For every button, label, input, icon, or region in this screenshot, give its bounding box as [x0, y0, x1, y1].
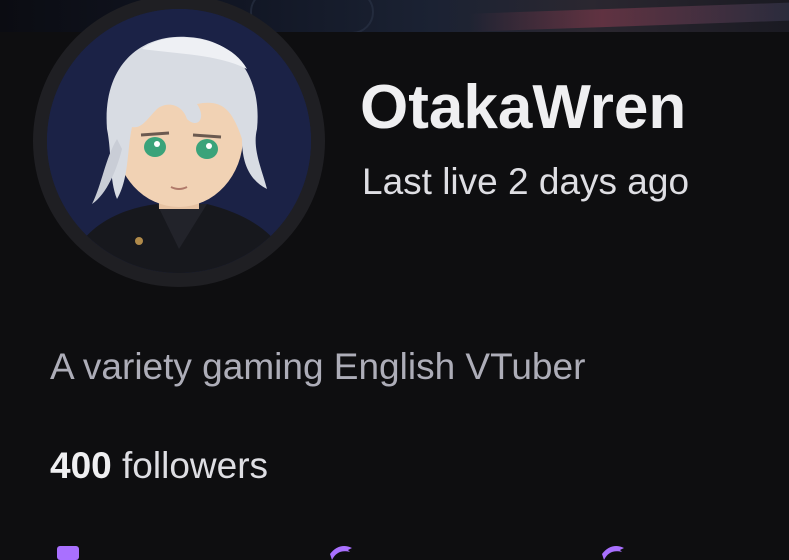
- avatar[interactable]: [47, 9, 311, 273]
- follower-count-number: 400: [50, 445, 112, 486]
- channel-bio: A variety gaming English VTuber: [50, 346, 586, 387]
- social-link-icon[interactable]: [55, 540, 83, 560]
- twitter-icon[interactable]: [326, 540, 354, 560]
- channel-username: OtakaWren: [360, 73, 687, 142]
- avatar-image: [47, 9, 311, 273]
- follower-count: 400 followers: [50, 444, 268, 488]
- follower-count-label: followers: [122, 445, 269, 486]
- last-live-status: Last live 2 days ago: [362, 161, 690, 202]
- twitter-icon[interactable]: [598, 540, 626, 560]
